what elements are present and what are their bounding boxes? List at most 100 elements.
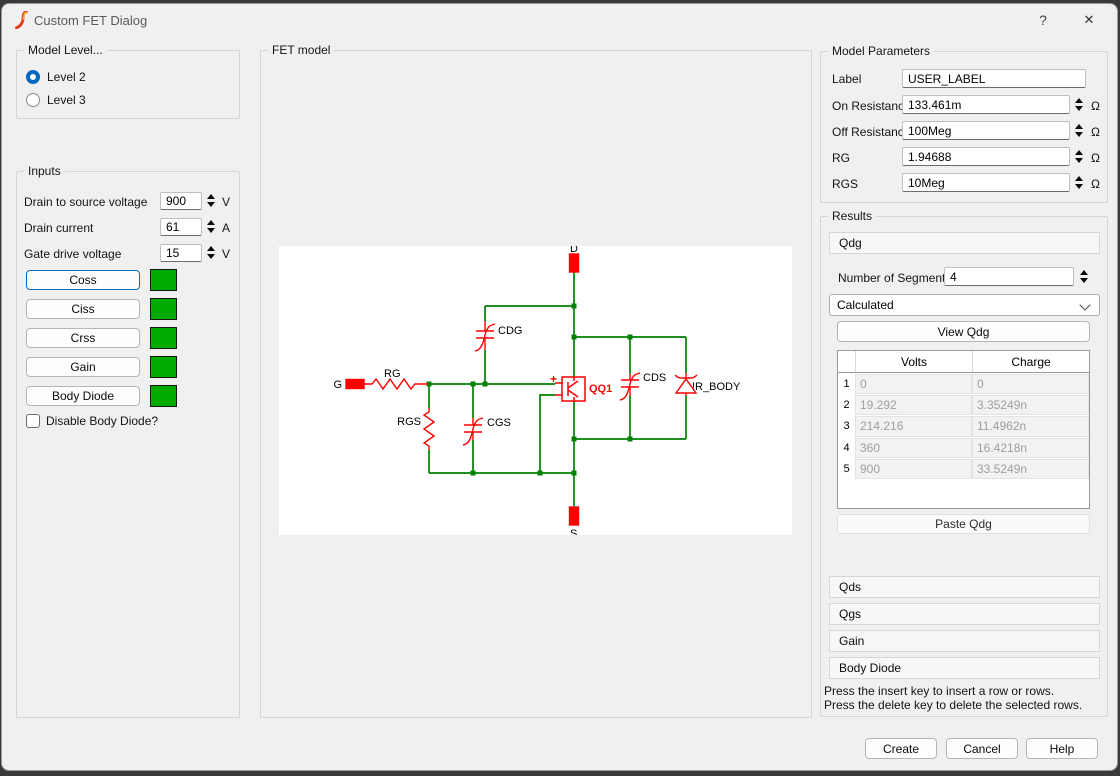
volts-cell[interactable]: 0 — [855, 374, 972, 394]
table-row[interactable]: 1 0 0 — [838, 373, 1089, 394]
help-button[interactable]: Help — [1026, 738, 1098, 759]
volts-cell[interactable]: 900 — [855, 459, 972, 479]
crss-status-indicator — [150, 327, 177, 349]
drain-source-voltage-unit: V — [222, 195, 230, 209]
mode-dropdown[interactable]: Calculated — [829, 294, 1100, 316]
rgs-input[interactable]: 10Meg — [902, 173, 1070, 192]
spin-down-button[interactable] — [1080, 278, 1088, 283]
g-terminal-pad — [346, 380, 364, 389]
spin-down-button[interactable] — [207, 254, 215, 259]
table-row[interactable]: 2 19.292 3.35249n — [838, 394, 1089, 415]
spin-down-button[interactable] — [207, 228, 215, 233]
volts-cell[interactable]: 19.292 — [855, 395, 972, 415]
off-resistance-label: Off Resistance — [832, 125, 910, 139]
paste-qdg-button[interactable]: Paste Qdg — [837, 514, 1090, 534]
create-button[interactable]: Create — [865, 738, 937, 759]
body-diode-section-header[interactable]: Body Diode — [829, 657, 1100, 679]
rbody-label: !R_BODY — [692, 381, 741, 393]
g-label: G — [333, 379, 342, 391]
table-row[interactable]: 3 214.216 11.4962n — [838, 416, 1089, 437]
disable-body-diode-checkbox[interactable]: Disable Body Diode? — [26, 414, 158, 428]
radio-level-2[interactable]: Level 2 — [26, 70, 86, 84]
rg-spinner[interactable] — [1071, 147, 1086, 166]
radio-unselected-icon — [26, 93, 40, 107]
spin-up-button[interactable] — [1080, 270, 1088, 275]
cdg-capacitor — [475, 321, 495, 351]
on-resistance-label: On Resistance — [832, 99, 911, 113]
drain-source-voltage-spinner[interactable] — [203, 191, 218, 210]
cancel-button[interactable]: Cancel — [946, 738, 1018, 759]
volts-cell[interactable]: 360 — [855, 438, 972, 458]
gate-drive-voltage-input[interactable]: 15 — [160, 244, 202, 262]
ciss-status-indicator — [150, 298, 177, 320]
volts-column-header[interactable]: Volts — [855, 351, 972, 372]
inputs-title: Inputs — [24, 164, 65, 178]
gate-drive-voltage-unit: V — [222, 247, 230, 261]
s-terminal-pad — [570, 507, 579, 525]
spin-down-button[interactable] — [1075, 184, 1083, 189]
rgs-label: RGS — [397, 416, 421, 428]
spin-up-button[interactable] — [1075, 124, 1083, 129]
gate-drive-voltage-label: Gate drive voltage — [24, 247, 121, 261]
spin-up-button[interactable] — [207, 220, 215, 225]
charge-cell[interactable]: 33.5249n — [972, 459, 1089, 479]
charge-cell[interactable]: 11.4962n — [972, 416, 1089, 436]
spin-down-button[interactable] — [1075, 106, 1083, 111]
help-titlebar-button[interactable]: ? — [1021, 4, 1065, 36]
spin-down-button[interactable] — [1075, 132, 1083, 137]
close-icon[interactable]: ✕ — [1067, 4, 1111, 36]
view-qdg-button[interactable]: View Qdg — [837, 321, 1090, 342]
drain-current-input[interactable]: 61 — [160, 218, 202, 236]
cds-capacitor — [620, 373, 640, 400]
spin-up-button[interactable] — [207, 246, 215, 251]
spin-up-button[interactable] — [1075, 98, 1083, 103]
gate-drive-voltage-spinner[interactable] — [203, 243, 218, 262]
rgs-label: RGS — [832, 177, 858, 191]
volts-cell[interactable]: 214.216 — [855, 416, 972, 436]
drain-source-voltage-input[interactable]: 900 — [160, 192, 202, 210]
qds-section-header[interactable]: Qds — [829, 576, 1100, 598]
drain-current-spinner[interactable] — [203, 217, 218, 236]
qgs-section-header[interactable]: Qgs — [829, 603, 1100, 625]
table-row[interactable]: 5 900 33.5249n — [838, 459, 1089, 480]
coss-button[interactable]: Coss — [26, 270, 140, 290]
off-resistance-input[interactable]: 100Meg — [902, 121, 1070, 140]
segments-spinner[interactable] — [1076, 267, 1091, 286]
radio-level-3[interactable]: Level 3 — [26, 93, 86, 107]
off-resistance-spinner[interactable] — [1071, 121, 1086, 140]
segments-input[interactable]: 4 — [944, 267, 1074, 286]
d-terminal-pad — [570, 254, 579, 272]
rgs-spinner[interactable] — [1071, 173, 1086, 192]
model-level-title: Model Level... — [24, 43, 107, 57]
table-row[interactable]: 4 360 16.4218n — [838, 437, 1089, 458]
spin-down-button[interactable] — [1075, 158, 1083, 163]
checkbox-icon — [26, 414, 40, 428]
on-resistance-input[interactable]: 133.461m — [902, 95, 1070, 114]
charge-cell[interactable]: 16.4218n — [972, 438, 1089, 458]
spin-up-button[interactable] — [207, 194, 215, 199]
d-label: D — [570, 246, 578, 255]
gain-button[interactable]: Gain — [26, 357, 140, 377]
charge-column-header[interactable]: Charge — [972, 351, 1089, 372]
label-input[interactable]: USER_LABEL — [902, 69, 1086, 88]
insert-hint-text: Press the insert key to insert a row or … — [824, 685, 1054, 699]
gain-section-header[interactable]: Gain — [829, 630, 1100, 652]
ciss-button[interactable]: Ciss — [26, 299, 140, 319]
on-resistance-unit: Ω — [1091, 99, 1100, 113]
spin-up-button[interactable] — [1075, 176, 1083, 181]
drain-current-unit: A — [222, 221, 230, 235]
spin-down-button[interactable] — [207, 202, 215, 207]
on-resistance-spinner[interactable] — [1071, 95, 1086, 114]
wires — [428, 271, 686, 506]
body-diode-button[interactable]: Body Diode — [26, 386, 140, 406]
spin-up-button[interactable] — [1075, 150, 1083, 155]
qdg-table[interactable]: Volts Charge 1 0 0 2 19.292 3.35249n 3 2… — [837, 350, 1090, 509]
model-parameters-title: Model Parameters — [828, 44, 934, 58]
charge-cell[interactable]: 3.35249n — [972, 395, 1089, 415]
qdg-section-header[interactable]: Qdg — [829, 232, 1100, 254]
charge-cell[interactable]: 0 — [972, 374, 1089, 394]
rg-input[interactable]: 1.94688 — [902, 147, 1070, 166]
coss-status-indicator — [150, 269, 177, 291]
mode-dropdown-value: Calculated — [837, 298, 894, 312]
crss-button[interactable]: Crss — [26, 328, 140, 348]
